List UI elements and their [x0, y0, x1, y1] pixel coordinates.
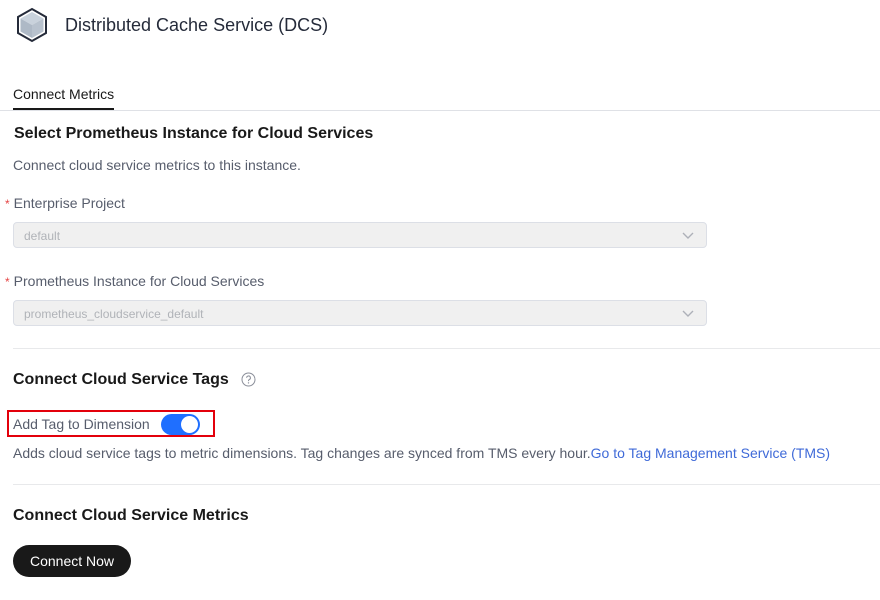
chevron-down-icon — [682, 232, 694, 239]
toggle-knob — [181, 416, 198, 433]
metrics-section-title: Connect Cloud Service Metrics — [13, 507, 249, 524]
chevron-down-icon — [682, 310, 694, 317]
instance-section-description: Connect cloud service metrics to this in… — [13, 157, 301, 173]
tags-section-title-text: Connect Cloud Service Tags — [13, 371, 229, 388]
hexagon-cube-icon — [17, 7, 47, 43]
tab-bar: Connect Metrics — [0, 84, 880, 111]
prometheus-instance-label-text: Prometheus Instance for Cloud Services — [13, 273, 265, 289]
required-mark: * — [5, 197, 10, 211]
instance-section-title: Select Prometheus Instance for Cloud Ser… — [14, 125, 374, 142]
tags-description-text: Adds cloud service tags to metric dimens… — [13, 445, 591, 461]
section-divider — [13, 484, 880, 485]
app-header: Distributed Cache Service (DCS) — [14, 7, 328, 43]
enterprise-project-select[interactable]: default — [13, 222, 707, 248]
prometheus-instance-select[interactable]: prometheus_cloudservice_default — [13, 300, 707, 326]
app-title: Distributed Cache Service (DCS) — [65, 14, 329, 35]
tags-section-description: Adds cloud service tags to metric dimens… — [13, 445, 830, 461]
add-tag-toggle-label: Add Tag to Dimension — [13, 416, 150, 432]
help-icon[interactable] — [241, 372, 256, 387]
add-tag-to-dimension-toggle[interactable] — [161, 414, 200, 435]
required-mark: * — [5, 275, 10, 289]
enterprise-project-value: default — [24, 229, 61, 243]
enterprise-project-label: * Enterprise Project — [5, 195, 125, 211]
enterprise-project-label-text: Enterprise Project — [13, 195, 125, 211]
tags-section-title: Connect Cloud Service Tags — [13, 371, 256, 389]
prometheus-instance-label: * Prometheus Instance for Cloud Services — [5, 273, 264, 289]
tms-link[interactable]: Go to Tag Management Service (TMS) — [591, 445, 830, 461]
tab-connect-metrics[interactable]: Connect Metrics — [13, 86, 115, 110]
section-divider — [13, 348, 880, 349]
connect-now-button[interactable]: Connect Now — [13, 545, 131, 577]
prometheus-instance-value: prometheus_cloudservice_default — [24, 307, 204, 321]
